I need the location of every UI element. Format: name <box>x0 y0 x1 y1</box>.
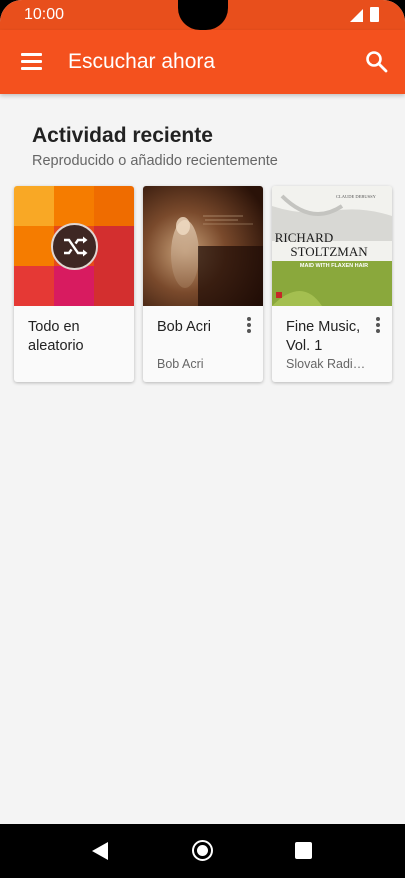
camera-notch <box>178 0 228 30</box>
art-text-name1: RICHARD <box>275 230 334 245</box>
art-text-name2: STOLTZMAN <box>290 244 368 259</box>
status-bar: 10:00 <box>0 0 405 30</box>
more-vert-icon[interactable] <box>243 316 255 336</box>
card-title: Bob Acri <box>157 319 211 335</box>
signal-icon <box>350 9 363 22</box>
shuffle-tile-art <box>14 186 134 306</box>
status-time: 10:00 <box>24 6 65 23</box>
more-vert-icon[interactable] <box>372 316 384 336</box>
card-subtitle: Bob Acri <box>157 357 204 371</box>
art-text-band: MAID WITH FLAXEN HAIR <box>300 263 368 269</box>
app-title: Escuchar ahora <box>68 50 216 73</box>
section-title: Actividad reciente <box>32 124 213 147</box>
album-art-fine-music: CLAUDE DEBUSSY RICHARD STOLTZMAN MAID WI… <box>272 186 392 306</box>
phone-screen: 10:00 Escuchar ahora Actividad reciente … <box>0 0 405 878</box>
menu-icon[interactable] <box>20 50 44 74</box>
card-album-bob-acri[interactable]: Bob Acri Bob Acri <box>143 186 263 382</box>
card-subtitle: Slovak Radi… <box>286 357 366 371</box>
art-text-top: CLAUDE DEBUSSY <box>336 194 377 199</box>
app-bar: Escuchar ahora <box>0 30 405 94</box>
card-title: Todo en aleatorio <box>28 319 84 354</box>
back-icon[interactable] <box>92 842 108 860</box>
shuffle-icon[interactable] <box>51 223 98 270</box>
battery-icon <box>370 7 379 22</box>
card-album-fine-music[interactable]: CLAUDE DEBUSSY RICHARD STOLTZMAN MAID WI… <box>272 186 392 382</box>
album-art-bob-acri <box>143 186 263 306</box>
section-subtitle: Reproducido o añadido recientemente <box>32 153 278 169</box>
card-shuffle-all[interactable]: Todo en aleatorio <box>14 186 134 382</box>
navigation-bar <box>0 824 405 878</box>
recents-icon[interactable] <box>295 842 312 859</box>
home-icon[interactable] <box>192 840 213 861</box>
search-icon[interactable] <box>364 49 390 75</box>
card-title: Fine Music, Vol. 1 <box>286 319 361 354</box>
